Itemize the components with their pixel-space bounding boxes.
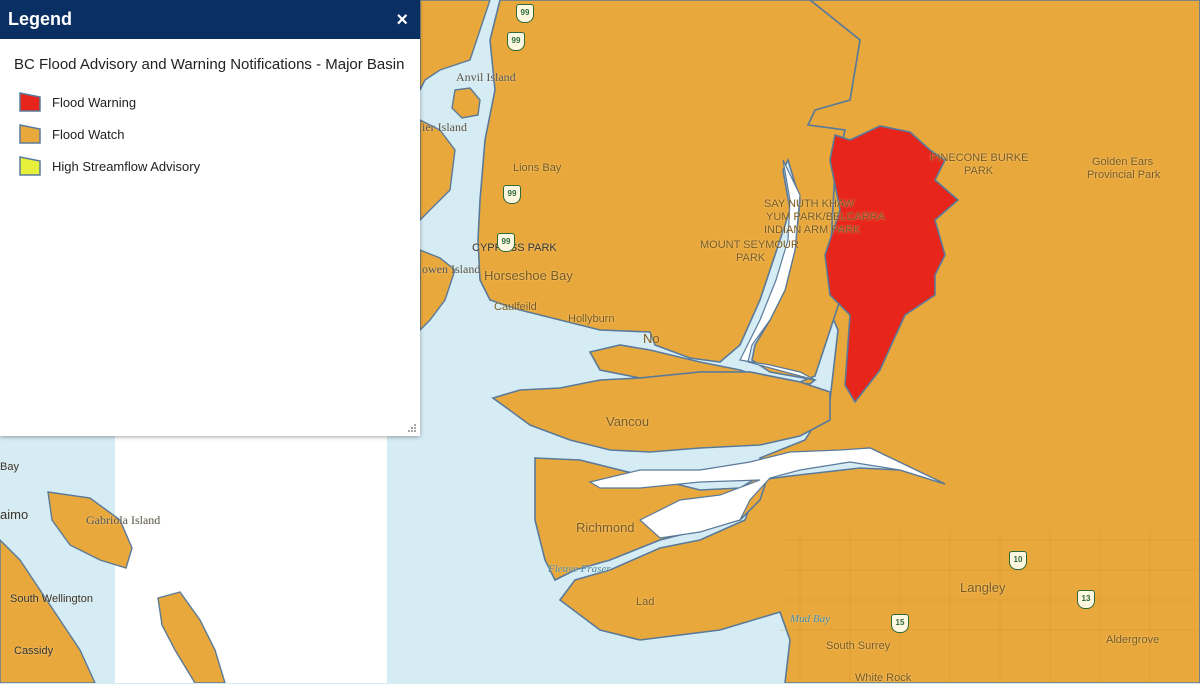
label-indian-arm: INDIAN ARM PARK bbox=[764, 224, 861, 236]
label-north-van: No bbox=[643, 331, 660, 346]
label-horseshoe-bay: Horseshoe Bay bbox=[484, 268, 573, 283]
label-mount-seymour-park: PARK bbox=[736, 252, 766, 264]
high-streamflow-swatch-icon bbox=[19, 156, 41, 176]
legend-item-flood-watch: Flood Watch bbox=[18, 118, 420, 150]
highway-99-shield: 99 bbox=[497, 233, 515, 252]
highway-13-shield: 13 bbox=[1077, 590, 1095, 609]
label-nanaimo-bay: Bay bbox=[0, 461, 19, 473]
label-bowyer-island: ier Island bbox=[422, 120, 467, 134]
legend-panel: Legend × BC Flood Advisory and Warning N… bbox=[0, 0, 420, 436]
label-anvil-island: Anvil Island bbox=[456, 70, 516, 84]
label-aldergrove: Aldergrove bbox=[1106, 634, 1160, 646]
label-vancouver: Vancou bbox=[606, 414, 650, 429]
label-gabriola: Gabriola Island bbox=[86, 513, 161, 527]
label-mud-bay: Mud Bay bbox=[790, 613, 831, 625]
label-ladner: Lad bbox=[636, 596, 655, 608]
label-south-wellington: South Wellington bbox=[10, 593, 93, 605]
label-yum-park: YUM PARK/BELCARRA bbox=[766, 211, 885, 223]
legend-item-label: Flood Warning bbox=[52, 94, 137, 110]
label-pinecone-park: PARK bbox=[964, 165, 994, 177]
label-lions-bay: Lions Bay bbox=[513, 162, 562, 174]
highway-99-shield: 99 bbox=[516, 4, 534, 23]
legend-layer-title: BC Flood Advisory and Warning Notificati… bbox=[14, 56, 405, 73]
label-fraser: Fleuve Fraser bbox=[548, 563, 611, 575]
flood-watch-swatch-icon bbox=[19, 124, 41, 144]
highway-15-shield: 15 bbox=[891, 614, 909, 633]
label-white-rock: White Rock bbox=[855, 672, 912, 684]
legend-header: Legend × bbox=[0, 0, 420, 39]
legend-title: Legend bbox=[8, 9, 73, 29]
label-mount-seymour: MOUNT SEYMOUR bbox=[700, 239, 799, 251]
legend-item-flood-warning: Flood Warning bbox=[18, 86, 420, 118]
label-langley: Langley bbox=[960, 580, 1006, 595]
flood-warning-swatch-icon bbox=[19, 92, 41, 112]
label-golden-ears-park: Provincial Park bbox=[1087, 169, 1161, 181]
label-pinecone-burke: PINECONE BURKE bbox=[930, 152, 1029, 164]
close-icon[interactable]: × bbox=[396, 10, 408, 30]
legend-item-label: High Streamflow Advisory bbox=[52, 158, 201, 174]
resize-handle-icon[interactable] bbox=[408, 424, 416, 432]
label-south-surrey: South Surrey bbox=[826, 640, 891, 652]
highway-99-shield: 99 bbox=[503, 185, 521, 204]
legend-item-label: Flood Watch bbox=[52, 126, 125, 142]
label-nanaimo: aimo bbox=[0, 507, 29, 522]
label-cassidy: Cassidy bbox=[14, 645, 54, 657]
label-say-nuth: SAY NUTH KHAW bbox=[764, 198, 855, 210]
label-bowen-island: owen Island bbox=[422, 262, 481, 276]
label-caulfeild: Caulfeild bbox=[494, 301, 537, 313]
label-hollyburn: Hollyburn bbox=[568, 313, 615, 325]
label-richmond: Richmond bbox=[576, 520, 635, 535]
label-golden-ears: Golden Ears bbox=[1092, 156, 1154, 168]
highway-99-shield: 99 bbox=[507, 32, 525, 51]
legend-items: Flood Warning Flood Watch High Streamflo… bbox=[0, 74, 420, 182]
highway-10-shield: 10 bbox=[1009, 551, 1027, 570]
legend-item-high-streamflow: High Streamflow Advisory bbox=[18, 150, 420, 182]
